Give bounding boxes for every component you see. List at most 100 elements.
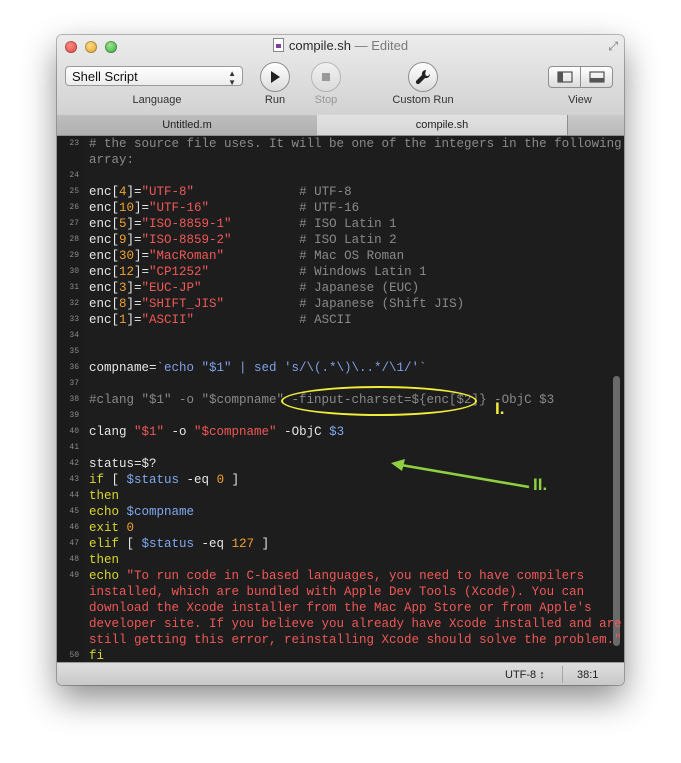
- code-line[interactable]: 30 enc[12]="CP1252" # Windows Latin 1: [57, 264, 617, 280]
- tab-compile-sh[interactable]: compile.sh: [317, 115, 567, 135]
- code-line[interactable]: 24: [57, 168, 617, 184]
- line-number: 44: [69, 491, 79, 500]
- editor-window: compile.sh — Edited ⤢ Shell Script ▲ ▼ La…: [57, 35, 624, 685]
- code-token: enc[: [89, 233, 120, 247]
- code-text: enc[9]="ISO-8859-2" # ISO Latin 2: [89, 232, 397, 248]
- code-line[interactable]: 27 enc[5]="ISO-8859-1" # ISO Latin 1: [57, 216, 617, 232]
- code-token: array:: [89, 153, 135, 167]
- code-token: # ISO Latin 2: [231, 233, 397, 247]
- code-token: fi: [89, 649, 105, 662]
- tab-untitled-m[interactable]: Untitled.m: [57, 115, 318, 135]
- code-token: enc[: [89, 249, 120, 263]
- code-line[interactable]: 49 echo "To run code in C-based languages…: [57, 568, 617, 584]
- code-line[interactable]: 32 enc[8]="SHIFT_JIS" # Japanese (Shift J…: [57, 296, 617, 312]
- language-label: Language: [132, 94, 182, 106]
- code-line[interactable]: 28 enc[9]="ISO-8859-2" # ISO Latin 2: [57, 232, 617, 248]
- code-token: if: [89, 473, 105, 487]
- line-number: 25: [69, 187, 79, 196]
- code-text: enc[3]="EUC-JP" # Japanese (EUC): [89, 280, 419, 296]
- tab-bar-empty-area: [567, 115, 624, 135]
- console-view-button[interactable]: [581, 67, 612, 87]
- code-token: 4: [119, 185, 127, 199]
- custom-run-button[interactable]: [408, 62, 438, 92]
- code-text: enc[8]="SHIFT_JIS" # Japanese (Shift JIS…: [89, 296, 464, 312]
- code-line[interactable]: 50 fi: [57, 648, 617, 662]
- code-token: 3: [119, 281, 127, 295]
- code-line[interactable]: 41: [57, 440, 617, 456]
- line-number: 35: [69, 347, 79, 356]
- annotation-ellipse-highlight: [281, 386, 477, 416]
- code-text: fi: [89, 648, 104, 662]
- code-text: still getting this error, reinstalling X…: [89, 632, 622, 648]
- view-toggle[interactable]: [548, 66, 613, 88]
- code-line[interactable]: 29 enc[30]="MacRoman" # Mac OS Roman: [57, 248, 617, 264]
- code-line[interactable]: 47 elif [ $status -eq 127 ]: [57, 536, 617, 552]
- code-line[interactable]: 31 enc[3]="EUC-JP" # Japanese (EUC): [57, 280, 617, 296]
- code-text: elif [ $status -eq 127 ]: [89, 536, 269, 552]
- line-number: 27: [69, 219, 79, 228]
- view-label: View: [568, 94, 592, 106]
- code-line[interactable]: 46 exit 0: [57, 520, 617, 536]
- annotation-label-two: II.: [533, 475, 548, 494]
- code-token: 9: [119, 233, 127, 247]
- stop-label: Stop: [314, 94, 338, 106]
- code-token: status=$?: [89, 457, 157, 471]
- code-text: then: [89, 488, 119, 504]
- code-line[interactable]: installed, which are bundled with Apple …: [57, 584, 617, 600]
- line-number: 41: [69, 443, 79, 452]
- language-select[interactable]: Shell Script ▲ ▼: [65, 66, 243, 87]
- code-text: installed, which are bundled with Apple …: [89, 584, 584, 600]
- code-line[interactable]: 33 enc[1]="ASCII" # ASCII: [57, 312, 617, 328]
- code-line[interactable]: 40 clang "$1" -o "$compname" -ObjC $3: [57, 424, 617, 440]
- play-icon: [271, 71, 280, 83]
- code-token: enc[: [89, 185, 120, 199]
- line-number: 33: [69, 315, 79, 324]
- code-token: 8: [119, 297, 127, 311]
- window-title-filename: compile.sh: [288, 38, 352, 53]
- line-number: 50: [69, 651, 79, 660]
- code-text: enc[1]="ASCII" # ASCII: [89, 312, 352, 328]
- code-token: enc[: [89, 201, 120, 215]
- code-token: ]=: [126, 297, 142, 311]
- code-token: echo: [89, 505, 127, 519]
- code-line[interactable]: 25 enc[4]="UTF-8" # UTF-8: [57, 184, 617, 200]
- code-line[interactable]: 26 enc[10]="UTF-16" # UTF-16: [57, 200, 617, 216]
- code-line[interactable]: array:: [57, 152, 617, 168]
- run-button[interactable]: [260, 62, 290, 92]
- code-token: # the source file uses. It will be one o…: [89, 137, 622, 151]
- split-view-button[interactable]: [549, 67, 581, 87]
- code-line[interactable]: 48 then: [57, 552, 617, 568]
- code-token: # Windows Latin 1: [209, 265, 427, 279]
- code-text: then: [89, 552, 119, 568]
- encoding-selector[interactable]: UTF-8 ↕: [505, 669, 545, 681]
- cursor-position: 38:1: [577, 669, 599, 681]
- code-token: ]=: [126, 233, 142, 247]
- code-line[interactable]: 23 # the source file uses. It will be one…: [57, 136, 621, 152]
- code-line[interactable]: still getting this error, reinstalling X…: [57, 632, 622, 648]
- code-line[interactable]: developer site. If you believe you alrea…: [57, 616, 622, 632]
- stop-button[interactable]: [311, 62, 341, 92]
- code-text: enc[4]="UTF-8" # UTF-8: [89, 184, 352, 200]
- line-number: 28: [69, 235, 79, 244]
- line-number: 39: [69, 411, 79, 420]
- code-line[interactable]: download the Xcode installer from the Ma…: [57, 600, 617, 616]
- code-text: enc[10]="UTF-16" # UTF-16: [89, 200, 359, 216]
- code-token: 5: [119, 217, 127, 231]
- code-token: 10: [119, 201, 135, 215]
- code-line[interactable]: 34: [57, 328, 617, 344]
- status-divider: [562, 666, 563, 683]
- code-line[interactable]: 35: [57, 344, 617, 360]
- line-number: 38: [69, 395, 79, 404]
- language-select-value: Shell Script: [72, 69, 138, 84]
- code-token: "$1": [134, 425, 165, 439]
- tab-bar: Untitled.m compile.sh: [57, 115, 624, 136]
- wrench-icon: [415, 69, 431, 85]
- line-number: 46: [69, 523, 79, 532]
- code-line[interactable]: 36 compname=`echo "$1" | sed 's/\(.*\)\..…: [57, 360, 617, 376]
- code-text: # the source file uses. It will be one o…: [89, 136, 622, 152]
- select-arrows-icon: ▲ ▼: [228, 69, 236, 87]
- code-line[interactable]: 45 echo $compname: [57, 504, 617, 520]
- code-token: [: [119, 537, 142, 551]
- fullscreen-icon[interactable]: ⤢: [608, 39, 618, 54]
- code-token: ]=: [134, 201, 150, 215]
